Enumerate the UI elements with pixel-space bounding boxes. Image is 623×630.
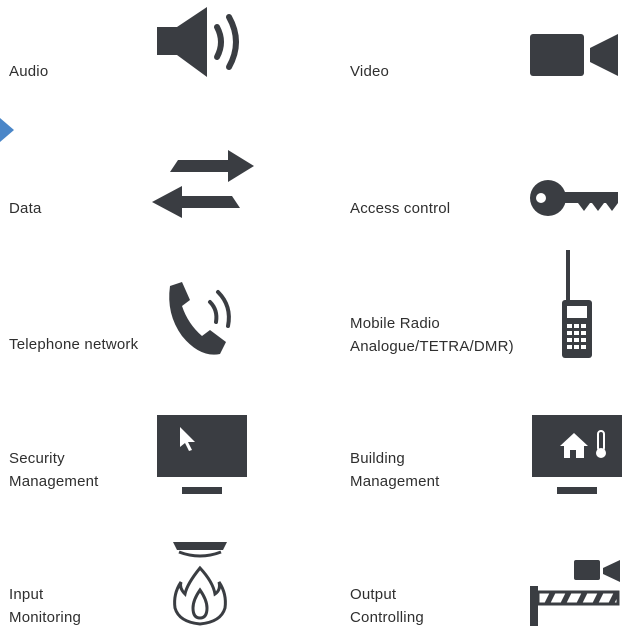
- output-controlling-label-1: Output: [350, 586, 397, 603]
- mobile-radio-label-2: Analogue/TETRA/DMR): [350, 338, 514, 355]
- input-monitoring-label-1: Input: [9, 586, 44, 603]
- building-management-label-2: Management: [350, 473, 440, 490]
- audio-label: Audio: [9, 63, 49, 80]
- output-controlling-label-2: Controlling: [350, 609, 424, 626]
- mobile-radio-label-1: Mobile Radio: [350, 315, 440, 332]
- access-control-label: Access control: [350, 200, 451, 217]
- input-monitoring-label-2: Monitoring: [9, 609, 82, 626]
- security-management-label-2: Management: [9, 473, 99, 490]
- video-label: Video: [350, 63, 390, 80]
- radio-icon: [562, 250, 592, 358]
- building-management-label-1: Building: [350, 450, 405, 467]
- phone-icon: [169, 282, 231, 355]
- speaker-icon: [157, 7, 239, 77]
- monitor-cursor-icon: [157, 415, 247, 494]
- data-arrows-icon: [152, 150, 254, 218]
- key-icon: [530, 180, 618, 216]
- smoke-detector-fire-icon: [173, 542, 227, 626]
- video-camera-icon: [530, 34, 618, 76]
- security-management-label-1: Security: [9, 450, 65, 467]
- data-label: Data: [9, 200, 42, 217]
- monitor-house-icon: [532, 415, 622, 494]
- accent-arrow-marker: [0, 118, 14, 142]
- barrier-camera-icon: [530, 560, 620, 626]
- telephone-network-label: Telephone network: [9, 336, 139, 353]
